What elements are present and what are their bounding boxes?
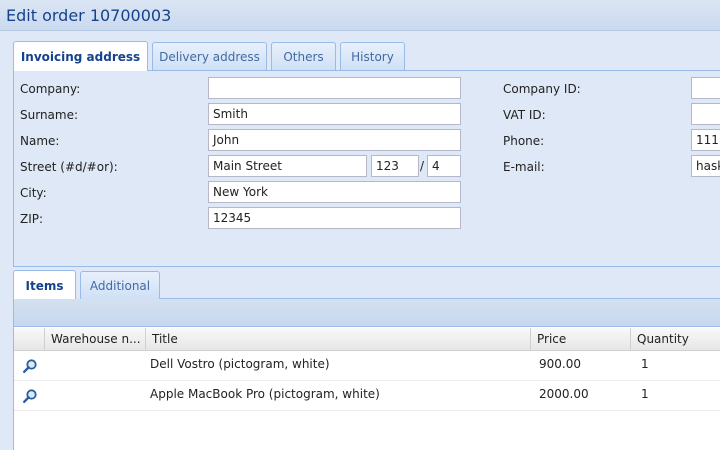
header-warehouse-number[interactable]: Warehouse n... [45,328,146,351]
street-field[interactable]: Main Street [208,155,367,177]
cell-quantity: 1 [641,357,649,371]
company-id-label: Company ID: [503,82,581,96]
company-label: Company: [20,82,81,96]
phone-label: Phone: [503,134,545,148]
table-row[interactable]: Apple MacBook Pro (pictogram, white) 200… [14,382,720,411]
items-grid-header: Warehouse n... Title Price Quantity [14,328,720,351]
email-field[interactable]: hask [691,155,720,177]
email-label: E-mail: [503,160,545,174]
phone-field[interactable]: 1111 [691,129,720,151]
cell-warehouse [45,382,146,411]
street-number-separator: / [420,159,425,173]
surname-field[interactable]: Smith [208,103,461,125]
house-number-field[interactable]: 123 [371,155,419,177]
vat-id-field[interactable] [691,103,720,125]
cell-price: 2000.00 [539,387,589,401]
cell-quantity: 1 [641,387,649,401]
tab-others[interactable]: Others [271,42,336,71]
company-id-field[interactable] [691,77,720,99]
cell-title: Dell Vostro (pictogram, white) [150,357,330,371]
tab-delivery-address[interactable]: Delivery address [152,42,267,71]
items-tabstrip: Items Additional [0,270,720,300]
invoicing-address-panel: Company: Surname: Smith Name: John Stree… [13,71,720,267]
tab-invoicing-address[interactable]: Invoicing address [13,41,148,71]
cell-title: Apple MacBook Pro (pictogram, white) [150,387,380,401]
header-icon-column [14,328,45,351]
tab-items[interactable]: Items [13,270,76,300]
header-quantity[interactable]: Quantity [631,328,720,351]
address-tabstrip: Invoicing address Delivery address Other… [0,41,720,72]
header-title[interactable]: Title [146,328,531,351]
city-label: City: [20,186,47,200]
tab-history[interactable]: History [340,42,405,71]
zip-field[interactable]: 12345 [208,207,461,229]
cell-price: 900.00 [539,357,581,371]
surname-label: Surname: [20,108,79,122]
window-title: Edit order 10700003 [6,6,172,25]
window-title-bar: Edit order 10700003 [0,0,720,31]
cell-warehouse [45,352,146,381]
city-field[interactable]: New York [208,181,461,203]
tab-additional[interactable]: Additional [80,271,160,300]
header-price[interactable]: Price [531,328,631,351]
table-row[interactable]: Dell Vostro (pictogram, white) 900.00 1 [14,352,720,381]
name-field[interactable]: John [208,129,461,151]
zip-label: ZIP: [20,212,44,226]
items-toolbar [14,299,720,327]
company-field[interactable] [208,77,461,99]
vat-id-label: VAT ID: [503,108,546,122]
items-panel: Warehouse n... Title Price Quantity Dell… [13,299,720,450]
magnifier-icon[interactable] [22,358,38,374]
name-label: Name: [20,134,60,148]
magnifier-icon[interactable] [22,388,38,404]
orientation-number-field[interactable]: 4 [427,155,461,177]
street-label: Street (#d/#or): [20,160,118,174]
